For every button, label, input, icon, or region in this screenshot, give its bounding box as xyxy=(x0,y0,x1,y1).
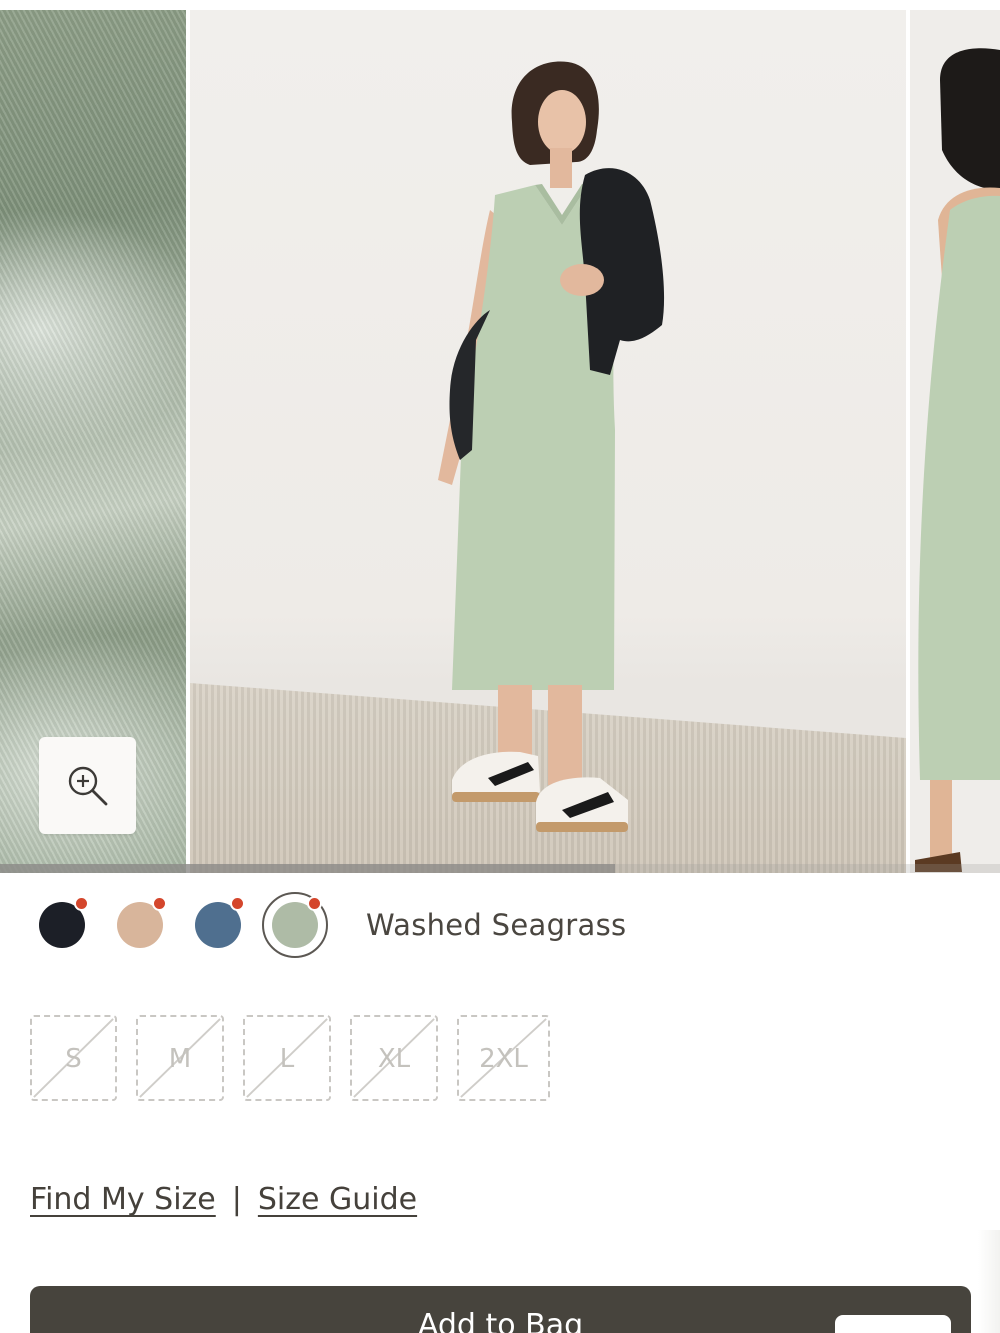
zoom-button[interactable] xyxy=(39,737,136,834)
color-swatch-seagrass[interactable] xyxy=(272,896,322,948)
zoom-in-icon xyxy=(68,766,107,805)
size-guide-link[interactable]: Size Guide xyxy=(258,1182,417,1217)
size-option-2xl[interactable]: 2XL xyxy=(457,1015,550,1101)
size-option-m[interactable]: M xyxy=(136,1015,224,1101)
size-label: L xyxy=(279,1044,295,1074)
size-label: M xyxy=(168,1044,192,1074)
size-option-s[interactable]: S xyxy=(30,1015,117,1101)
selected-color-label: Washed Seagrass xyxy=(366,908,627,942)
size-label: XL xyxy=(377,1044,411,1074)
link-separator: | xyxy=(231,1182,242,1217)
edge-shadow xyxy=(978,1230,1000,1333)
product-image-side-view[interactable] xyxy=(910,10,1000,873)
unavailable-marker xyxy=(230,896,245,911)
size-label: 2XL xyxy=(479,1044,528,1074)
add-to-bag-button[interactable]: Add to Bag xyxy=(30,1286,971,1333)
color-swatch-row: Washed Seagrass xyxy=(0,888,1000,962)
model-illustration xyxy=(438,61,665,832)
size-selector: S M L XL 2XL xyxy=(0,1012,1000,1104)
color-swatch-navy[interactable] xyxy=(39,896,89,948)
color-swatch-tan[interactable] xyxy=(117,896,167,948)
model-side-illustration xyxy=(915,48,1000,872)
add-to-bag-chip xyxy=(835,1315,951,1333)
product-image-model[interactable] xyxy=(190,10,906,873)
unavailable-marker xyxy=(152,896,167,911)
carousel-progress-fill xyxy=(0,864,615,873)
color-swatch-blue[interactable] xyxy=(195,896,245,948)
size-option-l[interactable]: L xyxy=(243,1015,331,1101)
find-my-size-link[interactable]: Find My Size xyxy=(30,1182,216,1217)
size-help-links: Find My Size | Size Guide xyxy=(30,1180,417,1220)
product-image-carousel[interactable] xyxy=(0,0,1000,873)
add-to-bag-label: Add to Bag xyxy=(417,1308,584,1333)
size-option-xl[interactable]: XL xyxy=(350,1015,438,1101)
unavailable-marker xyxy=(74,896,89,911)
size-label: S xyxy=(65,1044,82,1074)
unavailable-marker xyxy=(307,896,322,911)
